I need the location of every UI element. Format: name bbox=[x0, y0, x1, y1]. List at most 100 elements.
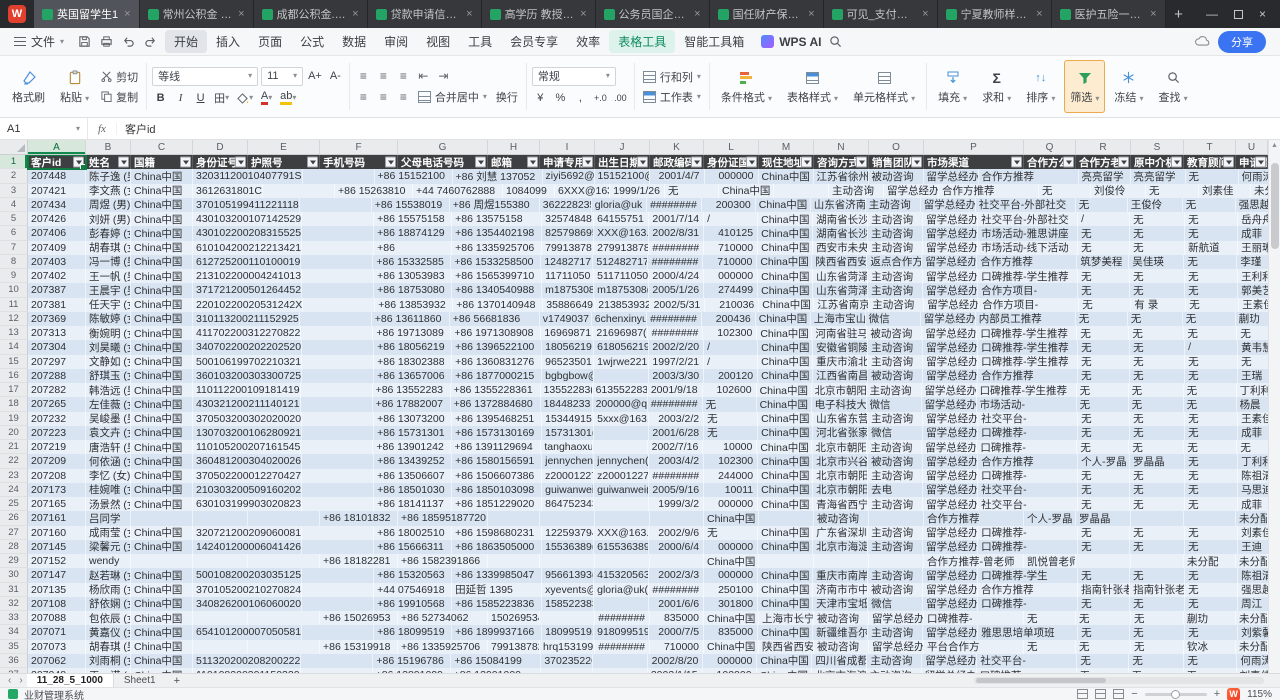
cell[interactable]: 口碑推荐- bbox=[978, 526, 1078, 540]
cell[interactable]: 279913878 bbox=[594, 241, 649, 255]
cell[interactable]: China中国 bbox=[757, 383, 812, 397]
row-header[interactable]: 2 bbox=[0, 169, 28, 183]
cell[interactable]: 主动咨询 bbox=[868, 340, 923, 354]
column-header[interactable]: B bbox=[86, 140, 131, 154]
cell[interactable]: +86 1851229020 bbox=[452, 497, 542, 511]
close-tab-icon[interactable]: × bbox=[692, 8, 702, 20]
cell[interactable]: 2003/3/30 bbox=[649, 369, 704, 383]
cell[interactable]: 钦冰 bbox=[1184, 640, 1236, 654]
cell[interactable] bbox=[302, 497, 374, 511]
header-cell[interactable]: 父母电话号码 bbox=[398, 155, 488, 169]
cell[interactable]: 无 bbox=[1184, 668, 1237, 673]
cell[interactable]: 无 bbox=[1130, 340, 1185, 354]
cell[interactable]: 亮亮留学 bbox=[1131, 169, 1186, 183]
close-tab-icon[interactable]: × bbox=[464, 8, 474, 20]
fx-icon[interactable]: fx bbox=[88, 123, 117, 135]
row-header[interactable]: 3 bbox=[0, 184, 28, 198]
bold-button[interactable]: B bbox=[152, 90, 169, 107]
select-all-corner[interactable] bbox=[0, 140, 28, 154]
cell[interactable]: 合作方推荐 bbox=[977, 255, 1077, 269]
header-cell[interactable]: 姓名 bbox=[86, 155, 131, 169]
cell[interactable]: China中国 bbox=[756, 198, 811, 212]
cell[interactable]: 无 bbox=[1185, 226, 1238, 240]
zoom-in-button[interactable]: + bbox=[1214, 689, 1220, 700]
cell[interactable]: xyevents@ bbox=[542, 583, 594, 597]
close-tab-icon[interactable]: × bbox=[122, 8, 132, 20]
rows-columns-button[interactable]: 行和列▾ bbox=[640, 69, 704, 85]
cell[interactable]: 370502200012270427 bbox=[193, 469, 302, 483]
cell[interactable]: 罗晶晶 bbox=[1130, 454, 1185, 468]
cell[interactable]: 710000 bbox=[704, 241, 758, 255]
cell[interactable]: 包依辰 (女 bbox=[86, 611, 131, 625]
cell[interactable]: 000000 bbox=[704, 497, 758, 511]
zoom-slider[interactable] bbox=[1145, 693, 1207, 696]
cell[interactable]: 200000@qq bbox=[593, 397, 648, 411]
cell[interactable]: 吴峻墨 (男 bbox=[86, 412, 131, 426]
cell[interactable]: +86 15263810 bbox=[335, 184, 413, 198]
cell[interactable]: 唐浩轩 (男 bbox=[86, 440, 131, 454]
cell[interactable]: China中国 bbox=[131, 255, 193, 269]
row-header[interactable]: 37 bbox=[0, 668, 28, 673]
file-tab[interactable]: 医护五险一金.xlsx× bbox=[1052, 0, 1166, 28]
cell[interactable]: China中国 bbox=[131, 469, 193, 483]
cell[interactable]: 北京市朝阳 bbox=[813, 483, 868, 497]
cell[interactable]: +86 15026953 bbox=[320, 611, 398, 625]
cell[interactable]: 山东省东营 bbox=[813, 412, 868, 426]
cell[interactable]: 370503200302020020 bbox=[193, 412, 302, 426]
add-sheet-button[interactable]: + bbox=[166, 675, 188, 687]
row-header[interactable]: 8 bbox=[0, 255, 28, 269]
header-cell[interactable]: 合作方老 bbox=[1076, 155, 1131, 169]
cell[interactable]: 胡春琪 (女 bbox=[86, 241, 131, 255]
cell[interactable]: 无 bbox=[1185, 283, 1238, 297]
cell[interactable]: China中国 bbox=[131, 625, 193, 639]
underline-button[interactable]: U bbox=[192, 90, 209, 107]
cell[interactable]: 无 bbox=[1129, 668, 1184, 673]
cell[interactable]: 1997/2/21 bbox=[649, 355, 704, 369]
cell[interactable] bbox=[300, 198, 372, 212]
cell[interactable]: 北京市朝阳 bbox=[813, 469, 868, 483]
cell-style-button[interactable]: 单元格样式 ▾ bbox=[847, 60, 921, 113]
cell[interactable]: 207145 bbox=[28, 540, 86, 554]
cell[interactable]: 无 bbox=[704, 526, 758, 540]
view-normal-icon[interactable] bbox=[1077, 689, 1088, 699]
cell[interactable]: jennychen( bbox=[594, 454, 649, 468]
cell[interactable] bbox=[302, 283, 374, 297]
cell[interactable]: 留学总经办 bbox=[923, 526, 978, 540]
cell[interactable]: 未分配 bbox=[1184, 554, 1236, 568]
cell[interactable] bbox=[650, 511, 704, 525]
cell[interactable]: +86 56681836 bbox=[450, 312, 540, 326]
cell[interactable]: 207387 bbox=[28, 283, 86, 297]
cell[interactable]: 留学总经办 bbox=[923, 497, 978, 511]
cell[interactable] bbox=[302, 226, 374, 240]
cell[interactable]: +86 13575158 bbox=[452, 212, 542, 226]
cell[interactable]: 主动咨询 bbox=[868, 469, 923, 483]
cell[interactable]: +86 13053983 bbox=[374, 269, 452, 283]
name-box[interactable]: A1▾ bbox=[0, 118, 88, 139]
cell[interactable]: China中国 bbox=[131, 668, 193, 673]
cell[interactable]: China中国 bbox=[759, 169, 814, 183]
cell[interactable]: 无 bbox=[1130, 597, 1185, 611]
copy-button[interactable]: 复制 bbox=[98, 89, 141, 105]
cell[interactable]: 无 bbox=[1078, 355, 1130, 369]
menu-tab-公式[interactable]: 公式 bbox=[291, 30, 333, 53]
cell[interactable]: 无 bbox=[1130, 369, 1185, 383]
cell[interactable]: +86 1565399710 bbox=[452, 269, 542, 283]
cell[interactable]: 左佳薇 (女 bbox=[86, 397, 131, 411]
cell[interactable]: 100000 bbox=[703, 668, 757, 673]
cell[interactable]: China中国 bbox=[757, 255, 812, 269]
zoom-out-button[interactable]: − bbox=[1131, 689, 1137, 700]
row-header[interactable]: 18 bbox=[0, 397, 28, 411]
cell[interactable]: 合作方项目- bbox=[979, 298, 1079, 312]
cell[interactable]: 被动咨询 bbox=[869, 169, 924, 183]
header-cell[interactable]: 国籍 bbox=[131, 155, 193, 169]
cell[interactable]: 无 bbox=[1078, 426, 1130, 440]
cell[interactable]: 口碑推荐- bbox=[977, 668, 1077, 673]
cell[interactable]: +86 18501030 bbox=[374, 483, 452, 497]
cell[interactable]: 360103200303300725 bbox=[193, 369, 302, 383]
cell[interactable]: 无 bbox=[1039, 184, 1091, 198]
cell[interactable]: +86 1863505000 bbox=[452, 540, 542, 554]
file-tab[interactable]: 高学历 教授.xlsx× bbox=[482, 0, 596, 28]
cell[interactable]: 13552283( bbox=[541, 383, 593, 397]
cell[interactable]: China中国 bbox=[756, 312, 811, 326]
view-break-icon[interactable] bbox=[1113, 689, 1124, 699]
